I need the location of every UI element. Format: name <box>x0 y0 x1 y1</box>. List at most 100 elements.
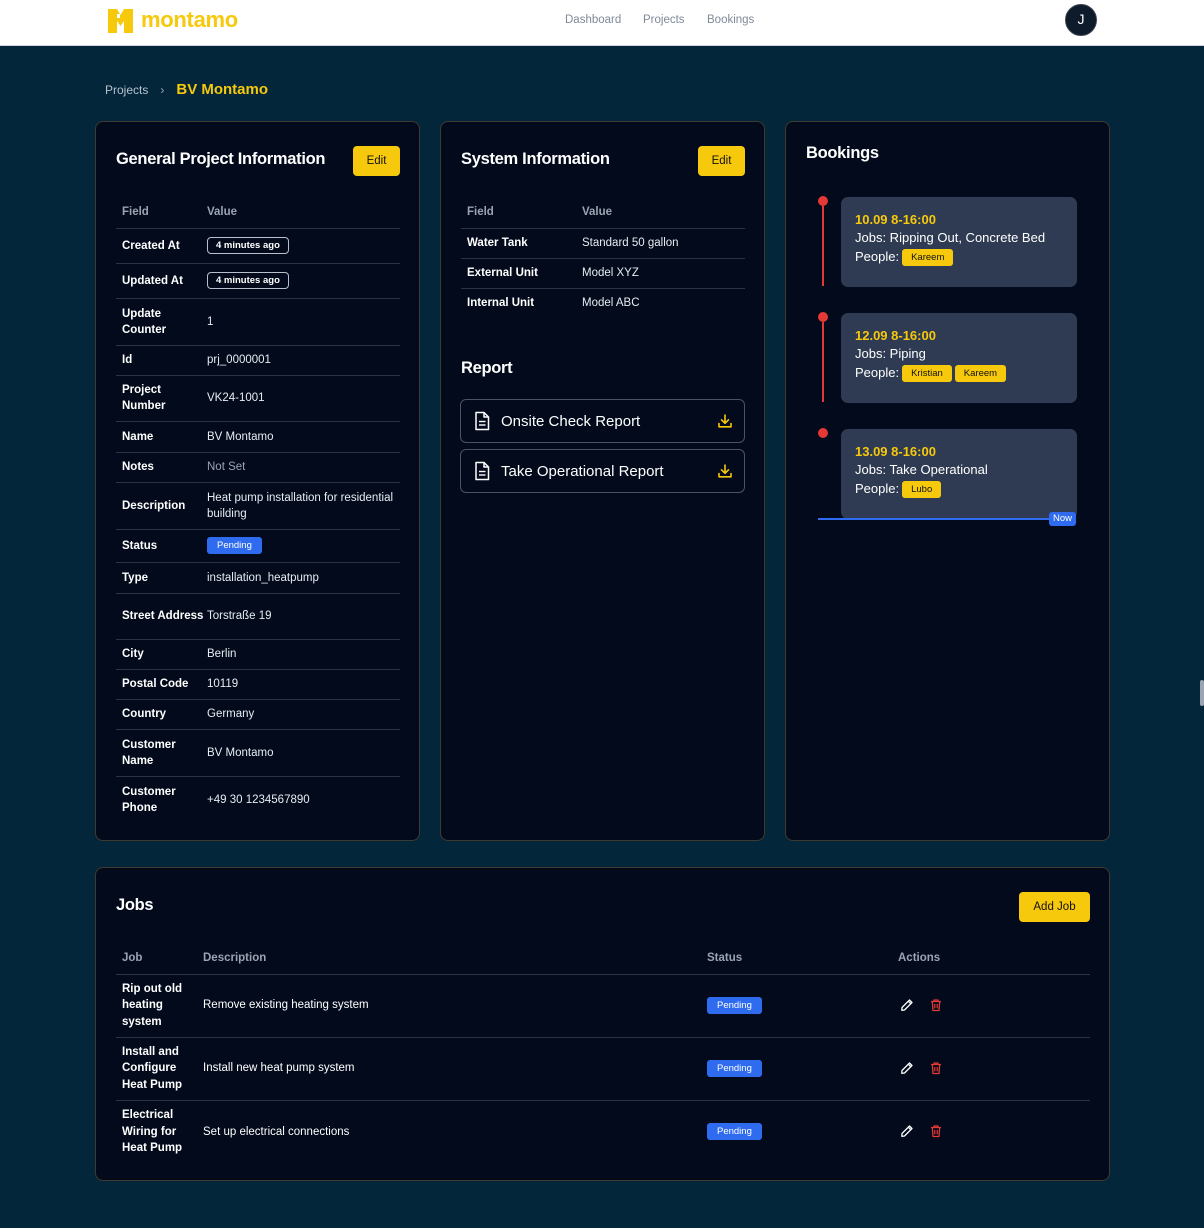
now-indicator-line <box>818 518 1068 520</box>
jobs-table: Job Description Status Actions Rip out o… <box>116 942 1090 1163</box>
timeline-line <box>822 206 824 286</box>
booking-people: People: Kristian Kareem <box>855 363 1077 383</box>
onsite-check-report-button[interactable]: Onsite Check Report <box>460 399 745 443</box>
row-customer-phone: Customer Phone +49 30 1234567890 <box>116 776 400 823</box>
row-street-address: Street Address Torstraße 19 <box>116 593 400 640</box>
nav-bookings[interactable]: Bookings <box>707 14 754 26</box>
field-value: Standard 50 gallon <box>582 228 745 259</box>
row-type: Type installation_heatpump <box>116 562 400 594</box>
field-label: Update Counter <box>116 298 207 346</box>
booking-card[interactable]: 13.09 8-16:00 Jobs: Take Operational Peo… <box>841 429 1077 519</box>
pencil-icon[interactable] <box>900 1061 914 1075</box>
add-job-button[interactable]: Add Job <box>1019 892 1090 922</box>
report-title: Report <box>461 359 513 377</box>
jobs-title: Jobs <box>116 896 154 914</box>
bookings-title: Bookings <box>806 144 879 162</box>
field-label: Street Address <box>116 593 207 640</box>
person-badge: Kareem <box>954 364 1007 382</box>
general-info-header-row: Field Value <box>116 196 400 229</box>
booking-jobs: Jobs: Take Operational <box>855 462 988 477</box>
system-edit-button[interactable]: Edit <box>698 146 745 176</box>
nav-dashboard[interactable]: Dashboard <box>565 14 621 26</box>
row-project-number: Project Number VK24-1001 <box>116 375 400 422</box>
field-label: Name <box>116 421 207 453</box>
row-description: Description Heat pump installation for r… <box>116 482 400 530</box>
download-icon[interactable] <box>717 413 733 429</box>
row-name: Name BV Montamo <box>116 421 400 453</box>
row-created-at: Created At 4 minutes ago <box>116 228 400 264</box>
nav-projects[interactable]: Projects <box>643 14 685 26</box>
job-actions-cell <box>892 1037 1090 1101</box>
booking-card[interactable]: 12.09 8-16:00 Jobs: Piping People: Krist… <box>841 313 1077 403</box>
job-description: Remove existing heating system <box>197 974 701 1038</box>
booking-card[interactable]: 10.09 8-16:00 Jobs: Ripping Out, Concret… <box>841 197 1077 287</box>
field-label: Customer Name <box>116 729 207 777</box>
job-name: Electrical Wiring for Heat Pump <box>122 1109 183 1154</box>
jobs-header-row: Job Description Status Actions <box>116 942 1090 975</box>
document-icon <box>475 461 490 481</box>
row-country: Country Germany <box>116 699 400 730</box>
field-value: installation_heatpump <box>207 562 400 594</box>
now-badge: Now <box>1049 512 1077 526</box>
scrollbar-thumb[interactable] <box>1200 680 1204 706</box>
field-label: Updated At <box>116 263 207 299</box>
chevron-right-icon: › <box>160 82 165 97</box>
job-status-cell: Pending <box>701 1100 892 1163</box>
download-icon[interactable] <box>717 463 733 479</box>
report-label: Onsite Check Report <box>501 412 641 430</box>
field-label: Project Number <box>116 375 207 422</box>
pencil-icon[interactable] <box>900 1124 914 1138</box>
trash-icon[interactable] <box>929 998 943 1012</box>
montamo-logo-icon <box>108 9 133 33</box>
field-label: Id <box>116 345 207 376</box>
breadcrumb-current: BV Montamo <box>176 81 269 98</box>
header-value: Value <box>582 196 745 229</box>
field-value: VK24-1001 <box>207 375 400 422</box>
breadcrumb-projects-link[interactable]: Projects <box>105 83 148 97</box>
row-city: City Berlin <box>116 639 400 670</box>
user-avatar[interactable]: J <box>1065 4 1097 36</box>
field-label: Type <box>116 562 207 594</box>
booking-people: People: Lubo <box>855 479 1077 499</box>
breadcrumb: Projects › BV Montamo <box>105 81 268 98</box>
field-value: Model ABC <box>582 297 640 310</box>
timeline-dot <box>818 196 828 206</box>
field-value: Berlin <box>207 639 400 670</box>
row-external-unit: External Unit Model XYZ <box>461 258 745 289</box>
field-label: Postal Code <box>116 669 207 700</box>
system-info-table: Field Value Water Tank Standard 50 gallo… <box>461 196 745 318</box>
booking-jobs: Jobs: Ripping Out, Concrete Bed <box>855 230 1046 245</box>
row-water-tank: Water Tank Standard 50 gallon <box>461 228 745 259</box>
row-update-counter: Update Counter 1 <box>116 298 400 346</box>
job-name: Rip out old heating system <box>116 974 197 1038</box>
general-edit-button[interactable]: Edit <box>353 146 400 176</box>
job-status-cell: Pending <box>701 974 892 1038</box>
row-postal-code: Postal Code 10119 <box>116 669 400 700</box>
row-notes: Notes Not Set <box>116 452 400 483</box>
row-customer-name: Customer Name BV Montamo <box>116 729 400 777</box>
trash-icon[interactable] <box>929 1124 943 1138</box>
field-value: 10119 <box>207 669 400 700</box>
field-label: Description <box>116 482 207 530</box>
booking-time: 12.09 8-16:00 <box>855 328 936 343</box>
booking-jobs: Jobs: Piping <box>855 346 926 361</box>
header-field: Field <box>116 196 207 229</box>
field-value: 1 <box>207 298 400 346</box>
general-info-title: General Project Information <box>116 150 326 168</box>
job-status-cell: Pending <box>701 1037 892 1101</box>
field-label: Created At <box>116 228 207 264</box>
field-label: Customer Phone <box>122 785 176 814</box>
timeline-line <box>822 322 824 402</box>
brand-logo[interactable]: montamo <box>108 7 238 33</box>
header-job: Job <box>116 942 197 975</box>
value-cell: 4 minutes ago <box>207 228 400 264</box>
field-value: prj_0000001 <box>207 345 400 376</box>
table-row: Electrical Wiring for Heat Pump Set up e… <box>116 1100 1090 1163</box>
people-label: People: <box>855 249 900 264</box>
status-badge: Pending <box>707 1123 762 1141</box>
value-cell: Pending <box>207 529 400 563</box>
pencil-icon[interactable] <box>900 998 914 1012</box>
trash-icon[interactable] <box>929 1061 943 1075</box>
take-operational-report-button[interactable]: Take Operational Report <box>460 449 745 493</box>
person-badge: Kristian <box>902 364 952 382</box>
